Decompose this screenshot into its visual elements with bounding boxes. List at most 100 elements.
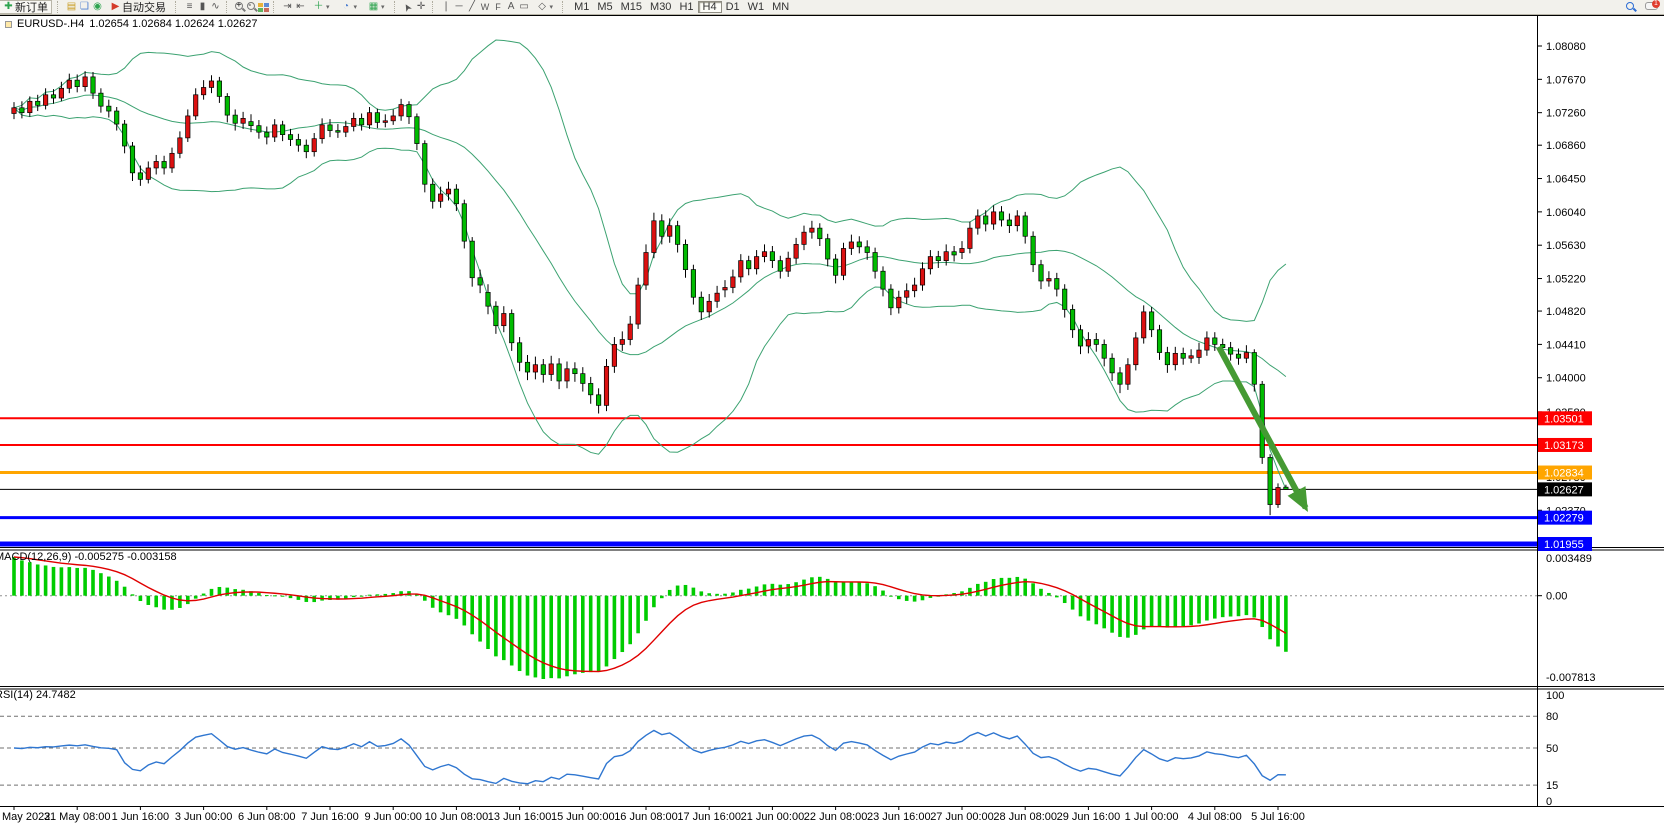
candle-body — [454, 189, 458, 204]
candlestick-chart-icon[interactable]: ▮ — [196, 1, 209, 13]
periods-button[interactable]: ◔ ▾ — [336, 0, 362, 14]
candle-body — [944, 252, 948, 261]
macd-histogram-bar — [1047, 593, 1051, 596]
candle-body — [257, 126, 261, 133]
tile-windows-icon[interactable] — [258, 3, 269, 12]
templates-button[interactable]: ▦ ▾ — [363, 0, 389, 14]
macd-histogram-bar — [573, 596, 577, 675]
macd-histogram-bar — [1229, 596, 1233, 617]
market-watch-icon[interactable]: ▤ — [65, 1, 78, 13]
vertical-line-icon[interactable]: ❘ — [440, 1, 453, 13]
candle-body — [1134, 338, 1138, 365]
timeframe-m5[interactable]: M5 — [593, 1, 616, 13]
line-chart-icon[interactable]: ∿ — [209, 1, 222, 13]
price-tick-label: 1.06860 — [1546, 140, 1586, 152]
macd-histogram-bar — [68, 567, 72, 596]
candle-body — [581, 374, 585, 384]
zoom-out-icon[interactable]: - — [246, 1, 258, 13]
shapes-button[interactable]: ◇ ▾ — [532, 0, 558, 14]
chart-shift-icon[interactable]: ⇤ — [294, 1, 307, 13]
timeframe-w1[interactable]: W1 — [744, 1, 769, 13]
macd-histogram-bar — [707, 593, 711, 595]
candle-body — [51, 95, 55, 98]
macd-histogram-bar — [786, 584, 790, 596]
autotrading-icon: ▶ — [109, 1, 122, 13]
search-icon[interactable] — [1625, 1, 1637, 13]
new-order-button[interactable]: ✚ 新订单 — [0, 0, 52, 14]
candle-body — [865, 247, 869, 253]
timeframe-m30[interactable]: M30 — [646, 1, 675, 13]
fibonacci-icon[interactable]: F — [492, 1, 505, 13]
candle-body — [1015, 216, 1019, 226]
horizontal-line-icon[interactable]: ─ — [453, 1, 466, 13]
bars-chart-icon[interactable]: ≡ — [183, 1, 196, 13]
candle-body — [675, 226, 679, 245]
macd-histogram-bar — [12, 557, 16, 596]
notification-icon[interactable]: 1 — [1645, 2, 1658, 13]
time-axis-label: 1 Jun 16:00 — [112, 811, 170, 823]
candle-body — [920, 269, 924, 285]
candle-body — [186, 116, 190, 138]
elliott-wave-icon[interactable]: W — [479, 1, 492, 13]
rsi-scale-label: 50 — [1546, 743, 1558, 755]
macd-histogram-bar — [1008, 578, 1012, 596]
candle-body — [1213, 338, 1217, 345]
macd-histogram-bar — [510, 596, 514, 666]
candle-body — [486, 292, 490, 306]
macd-histogram-bar — [44, 565, 48, 595]
new-order-icon: ✚ — [2, 1, 15, 13]
auto-scroll-icon[interactable]: ⇥ — [281, 1, 294, 13]
macd-histogram-bar — [905, 596, 909, 601]
timeframe-m1[interactable]: M1 — [570, 1, 593, 13]
macd-histogram-bar — [873, 586, 877, 596]
chart-window[interactable]: 1.080801.076701.072601.068601.064501.060… — [0, 15, 1664, 825]
price-tick-label: 1.04000 — [1546, 373, 1586, 385]
signals-icon[interactable]: ◉ — [91, 1, 104, 13]
candle-body — [810, 228, 814, 232]
candle-body — [273, 125, 277, 137]
toolbar-separator — [432, 1, 437, 13]
indicators-button[interactable]: ＋ ▾ — [308, 0, 334, 14]
text-icon[interactable]: A — [505, 1, 518, 13]
macd-histogram-bar — [1063, 596, 1067, 603]
macd-scale-zero: 0.00 — [1546, 591, 1567, 603]
price-tag-label: 1.02834 — [1544, 468, 1584, 480]
timeframe-d1[interactable]: D1 — [722, 1, 744, 13]
chevron-down-icon: ▾ — [381, 3, 385, 11]
timeframe-h4[interactable]: H4 — [698, 1, 722, 13]
candle-body — [1031, 236, 1035, 264]
crosshair-icon[interactable]: ✛ — [415, 1, 428, 13]
timeframe-m15[interactable]: M15 — [617, 1, 646, 13]
candle-body — [833, 259, 837, 275]
macd-histogram-bar — [439, 596, 443, 613]
timeframe-mn[interactable]: MN — [768, 1, 793, 13]
zoom-in-icon[interactable]: + — [234, 1, 246, 13]
candle-body — [984, 216, 988, 224]
chart-window-icon[interactable]: ❏ — [78, 1, 91, 13]
timeframe-h1[interactable]: H1 — [675, 1, 697, 13]
candle-body — [731, 277, 735, 288]
candle-body — [344, 126, 348, 132]
macd-histogram-bar — [83, 568, 87, 596]
macd-histogram-bar — [60, 567, 64, 595]
macd-histogram-bar — [921, 596, 925, 601]
notification-badge: 1 — [1652, 0, 1660, 8]
candle-body — [533, 365, 537, 372]
trendline-icon[interactable]: ╱ — [466, 1, 479, 13]
candle-body — [415, 117, 419, 144]
candle-body — [59, 88, 63, 98]
macd-histogram-bar — [1276, 596, 1280, 647]
add-indicator-icon: ＋ — [312, 1, 325, 13]
chart-canvas[interactable]: 1.080801.076701.072601.068601.064501.060… — [0, 15, 1664, 825]
macd-histogram-bar — [557, 596, 561, 679]
candle-body — [873, 253, 877, 272]
candle-body — [43, 95, 47, 106]
candle-body — [510, 313, 514, 342]
candle-body — [1157, 330, 1161, 353]
autotrading-button[interactable]: ▶ 自动交易 — [105, 0, 170, 14]
macd-histogram-bar — [1118, 596, 1122, 637]
price-tag-label: 1.02627 — [1544, 484, 1584, 496]
candle-body — [1189, 356, 1193, 358]
text-label-icon[interactable]: ▭ — [518, 1, 531, 13]
candle-body — [794, 244, 798, 258]
